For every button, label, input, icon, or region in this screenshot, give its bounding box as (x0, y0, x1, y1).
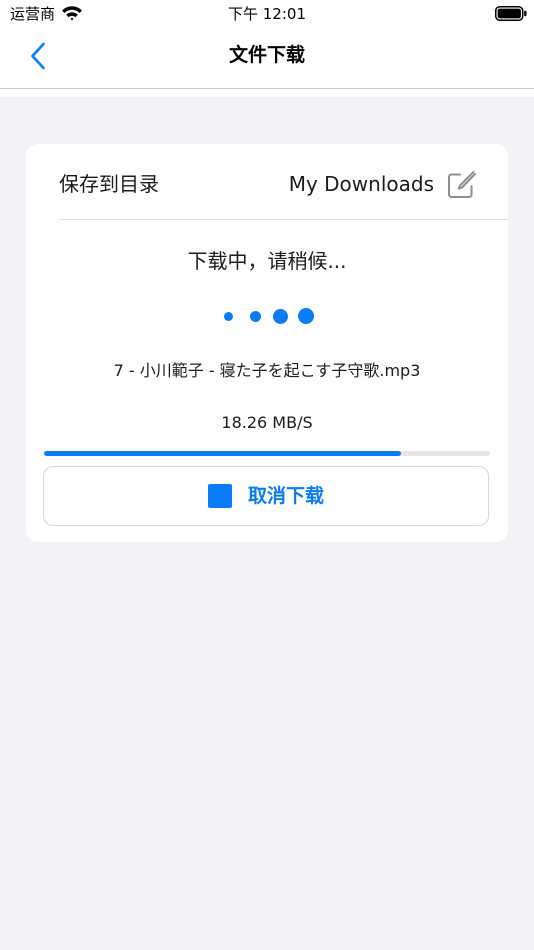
download-card: 保存到目录 My Downloads 下载中，请稍候... 7 - 小川範子 -… (26, 144, 508, 542)
clock: 下午 12:01 (228, 5, 306, 23)
save-directory-label: 保存到目录 (59, 172, 159, 196)
progress-bar (44, 451, 490, 456)
status-bar: 运营商 下午 12:01 (0, 0, 534, 28)
top-bar: 运营商 下午 12:01 文件下载 (0, 0, 534, 89)
loading-dot-3 (273, 309, 288, 324)
save-directory-value: My Downloads (288, 172, 434, 196)
file-name: 7 - 小川範子 - 寝た子を起こす子守歌.mp3 (113, 361, 421, 380)
nav-bar: 文件下载 (0, 28, 534, 84)
stop-icon (207, 484, 232, 508)
save-directory-row: 保存到目录 My Downloads (26, 144, 508, 220)
battery-icon (495, 6, 527, 21)
row-divider (59, 219, 508, 220)
download-status: 下载中，请稍候... (187, 249, 347, 273)
edit-icon[interactable] (446, 170, 476, 200)
cancel-download-label: 取消下载 (247, 485, 324, 507)
loading-dot-4 (298, 308, 314, 324)
page-title: 文件下载 (228, 44, 305, 66)
loading-indicator (26, 304, 508, 328)
loading-dot-1 (224, 312, 233, 321)
loading-dot-2 (250, 311, 261, 322)
header-gap (0, 89, 534, 97)
progress-fill (44, 451, 401, 456)
cancel-download-button[interactable]: 取消下载 (43, 466, 489, 526)
download-speed: 18.26 MB/S (221, 413, 313, 432)
